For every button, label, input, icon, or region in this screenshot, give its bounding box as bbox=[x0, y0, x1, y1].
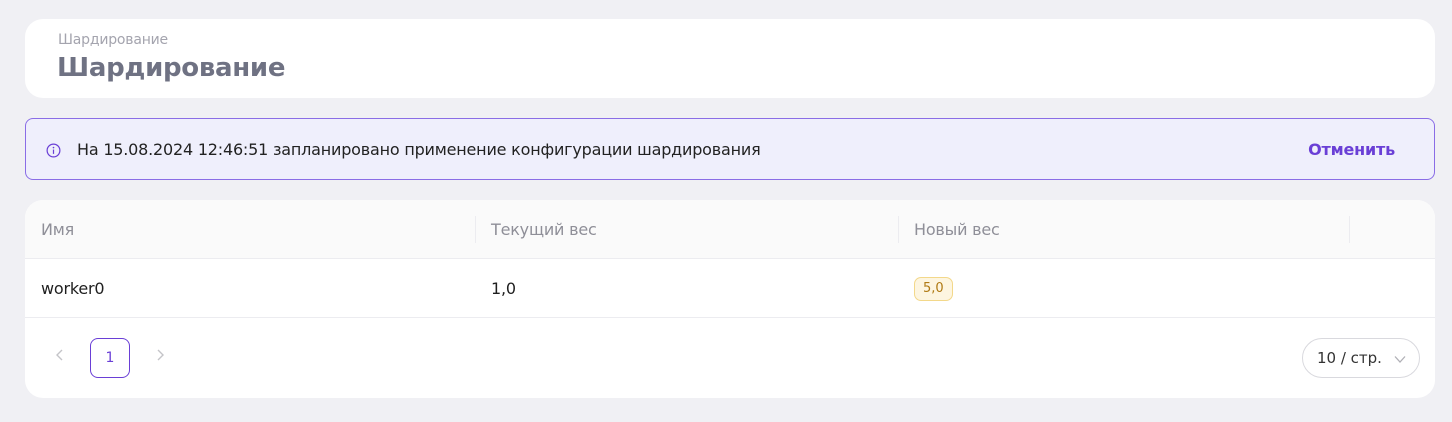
alert-message: На 15.08.2024 12:46:51 запланировано при… bbox=[77, 140, 761, 159]
column-divider bbox=[475, 216, 476, 243]
chevron-down-icon bbox=[1394, 356, 1406, 363]
weights-table: Имя Текущий вес Новый вес worker0 1,0 5,… bbox=[25, 200, 1435, 398]
column-header-name[interactable]: Имя bbox=[41, 220, 74, 239]
header-card: Шардирование Шардирование bbox=[25, 19, 1435, 98]
page-size-select[interactable]: 10 / стр. bbox=[1302, 338, 1420, 378]
chevron-left-icon[interactable] bbox=[53, 348, 67, 362]
scheduled-alert: На 15.08.2024 12:46:51 запланировано при… bbox=[25, 118, 1435, 180]
cell-name: worker0 bbox=[41, 279, 105, 298]
table-header: Имя Текущий вес Новый вес bbox=[25, 200, 1435, 259]
page-button-current[interactable]: 1 bbox=[90, 338, 130, 378]
info-icon bbox=[46, 143, 61, 158]
new-weight-badge: 5,0 bbox=[914, 277, 953, 301]
column-header-current-weight[interactable]: Текущий вес bbox=[491, 220, 597, 239]
cell-current-weight: 1,0 bbox=[491, 279, 516, 298]
column-header-new-weight[interactable]: Новый вес bbox=[914, 220, 1000, 239]
column-divider bbox=[898, 216, 899, 243]
chevron-right-icon[interactable] bbox=[153, 348, 167, 362]
cancel-button[interactable]: Отменить bbox=[1308, 140, 1395, 159]
breadcrumb[interactable]: Шардирование bbox=[58, 32, 168, 48]
page-title: Шардирование bbox=[57, 53, 286, 83]
column-divider bbox=[1349, 216, 1350, 243]
table-row[interactable]: worker0 1,0 5,0 bbox=[25, 259, 1435, 318]
page-size-label: 10 / стр. bbox=[1317, 349, 1382, 367]
